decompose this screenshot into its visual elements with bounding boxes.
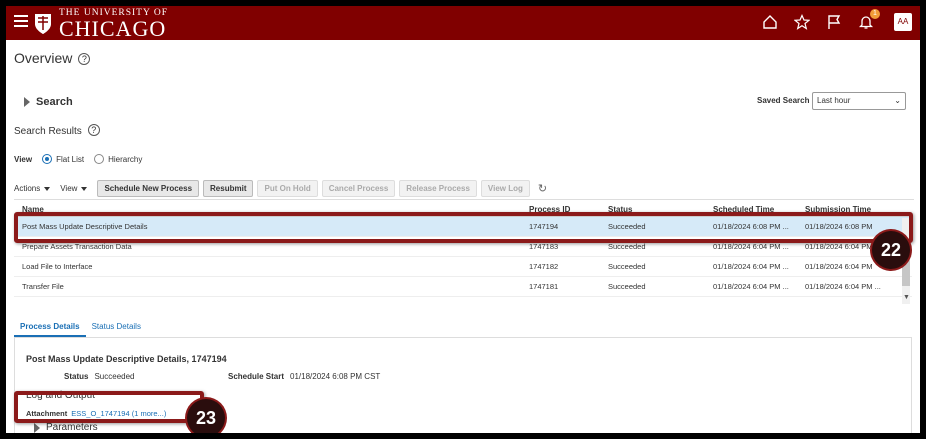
callout-highlight-row: [14, 212, 913, 243]
status-field: Status Succeeded: [64, 372, 134, 381]
status-label: Status: [64, 372, 89, 381]
saved-search-value: Last hour: [817, 96, 851, 105]
callout-highlight-attachment: [14, 391, 204, 423]
shield-icon: [35, 14, 51, 35]
saved-search-select[interactable]: Last hour ⌄: [812, 92, 906, 110]
row-process-id: 1747182: [529, 262, 559, 271]
parameters-label: Parameters: [46, 422, 98, 433]
expand-triangle-icon: [24, 97, 30, 107]
status-value: Succeeded: [94, 372, 135, 381]
dropdown-arrow-icon: [81, 186, 88, 191]
chevron-down-icon: ⌄: [894, 96, 901, 105]
details-tabs: Process Details Status Details: [14, 316, 912, 338]
table-toolbar: Actions View Schedule New Process Resubm…: [14, 178, 914, 200]
row-submission-time: 01/18/2024 6:04 PM ...: [805, 282, 881, 291]
hierarchy-radio[interactable]: [94, 154, 105, 164]
flat-list-radio[interactable]: [42, 154, 53, 164]
home-icon[interactable]: [760, 12, 780, 32]
search-results-header: Search Results?: [14, 124, 100, 137]
callout-number-22: 22: [872, 231, 910, 269]
refresh-icon[interactable]: ↻: [538, 182, 547, 195]
page-title-text: Overview: [14, 50, 73, 66]
help-icon[interactable]: ?: [87, 124, 100, 136]
search-label: Search: [36, 96, 73, 108]
row-process-id: 1747181: [529, 282, 559, 291]
help-icon[interactable]: ?: [78, 53, 91, 65]
resubmit-button[interactable]: Resubmit: [203, 180, 254, 197]
notification-badge: 1: [870, 9, 880, 19]
page-title: Overview?: [14, 50, 91, 66]
row-process-id: 1747183: [529, 242, 559, 251]
actions-menu[interactable]: Actions: [14, 184, 51, 193]
row-status: Succeeded: [608, 242, 646, 251]
scroll-down-arrow-icon[interactable]: ▼: [903, 294, 910, 301]
table-row[interactable]: Transfer File 1747181 Succeeded 01/18/20…: [14, 277, 912, 297]
schedule-start-label: Schedule Start: [228, 372, 285, 381]
schedule-new-process-button[interactable]: Schedule New Process: [97, 180, 200, 197]
row-scheduled-time: 01/18/2024 6:04 PM ...: [713, 262, 789, 271]
row-name: Prepare Assets Transaction Data: [22, 242, 132, 251]
put-on-hold-button[interactable]: Put On Hold: [257, 180, 318, 197]
notifications-bell-icon[interactable]: 1: [856, 9, 880, 32]
view-mode-row: View Flat List Hierarchy: [14, 154, 152, 164]
flat-list-label[interactable]: Flat List: [56, 155, 84, 164]
saved-search-label: Saved Search: [757, 96, 810, 105]
view-label: View: [14, 154, 33, 164]
view-menu-label: View: [60, 184, 78, 193]
search-section-toggle[interactable]: Search: [24, 96, 73, 108]
details-title: Post Mass Update Descriptive Details, 17…: [26, 354, 227, 364]
row-status: Succeeded: [608, 282, 646, 291]
search-results-label: Search Results: [14, 126, 82, 137]
dropdown-arrow-icon: [44, 186, 51, 191]
row-scheduled-time: 01/18/2024 6:04 PM ...: [713, 242, 789, 251]
favorites-star-icon[interactable]: [792, 12, 812, 32]
row-status: Succeeded: [608, 262, 646, 271]
release-process-button[interactable]: Release Process: [399, 180, 477, 197]
flag-icon[interactable]: [824, 12, 844, 32]
schedule-start-field: Schedule Start 01/18/2024 6:08 PM CST: [228, 372, 380, 381]
top-bar: THE UNIVERSITY OF CHICAGO 1 AA: [6, 6, 920, 40]
row-scheduled-time: 01/18/2024 6:04 PM ...: [713, 282, 789, 291]
table-row[interactable]: Load File to Interface 1747182 Succeeded…: [14, 257, 912, 277]
parameters-section-toggle[interactable]: Parameters: [34, 422, 98, 433]
menu-icon[interactable]: [14, 15, 28, 29]
university-logo[interactable]: THE UNIVERSITY OF CHICAGO: [33, 8, 168, 41]
row-name: Load File to Interface: [22, 262, 93, 271]
view-log-button[interactable]: View Log: [480, 180, 530, 197]
actions-menu-label: Actions: [14, 184, 41, 193]
logo-big-text: CHICAGO: [59, 15, 167, 41]
cancel-process-button[interactable]: Cancel Process: [321, 180, 396, 197]
tab-process-details[interactable]: Process Details: [14, 316, 86, 337]
callout-number-23: 23: [187, 399, 225, 433]
expand-triangle-icon: [34, 422, 40, 433]
user-avatar[interactable]: AA: [894, 13, 912, 31]
hierarchy-label[interactable]: Hierarchy: [108, 155, 142, 164]
view-menu[interactable]: View: [60, 184, 88, 193]
schedule-start-value: 01/18/2024 6:08 PM CST: [290, 372, 381, 381]
row-name: Transfer File: [22, 282, 64, 291]
app-window: THE UNIVERSITY OF CHICAGO 1 AA Overview?: [6, 6, 920, 433]
tab-status-details[interactable]: Status Details: [86, 316, 147, 337]
